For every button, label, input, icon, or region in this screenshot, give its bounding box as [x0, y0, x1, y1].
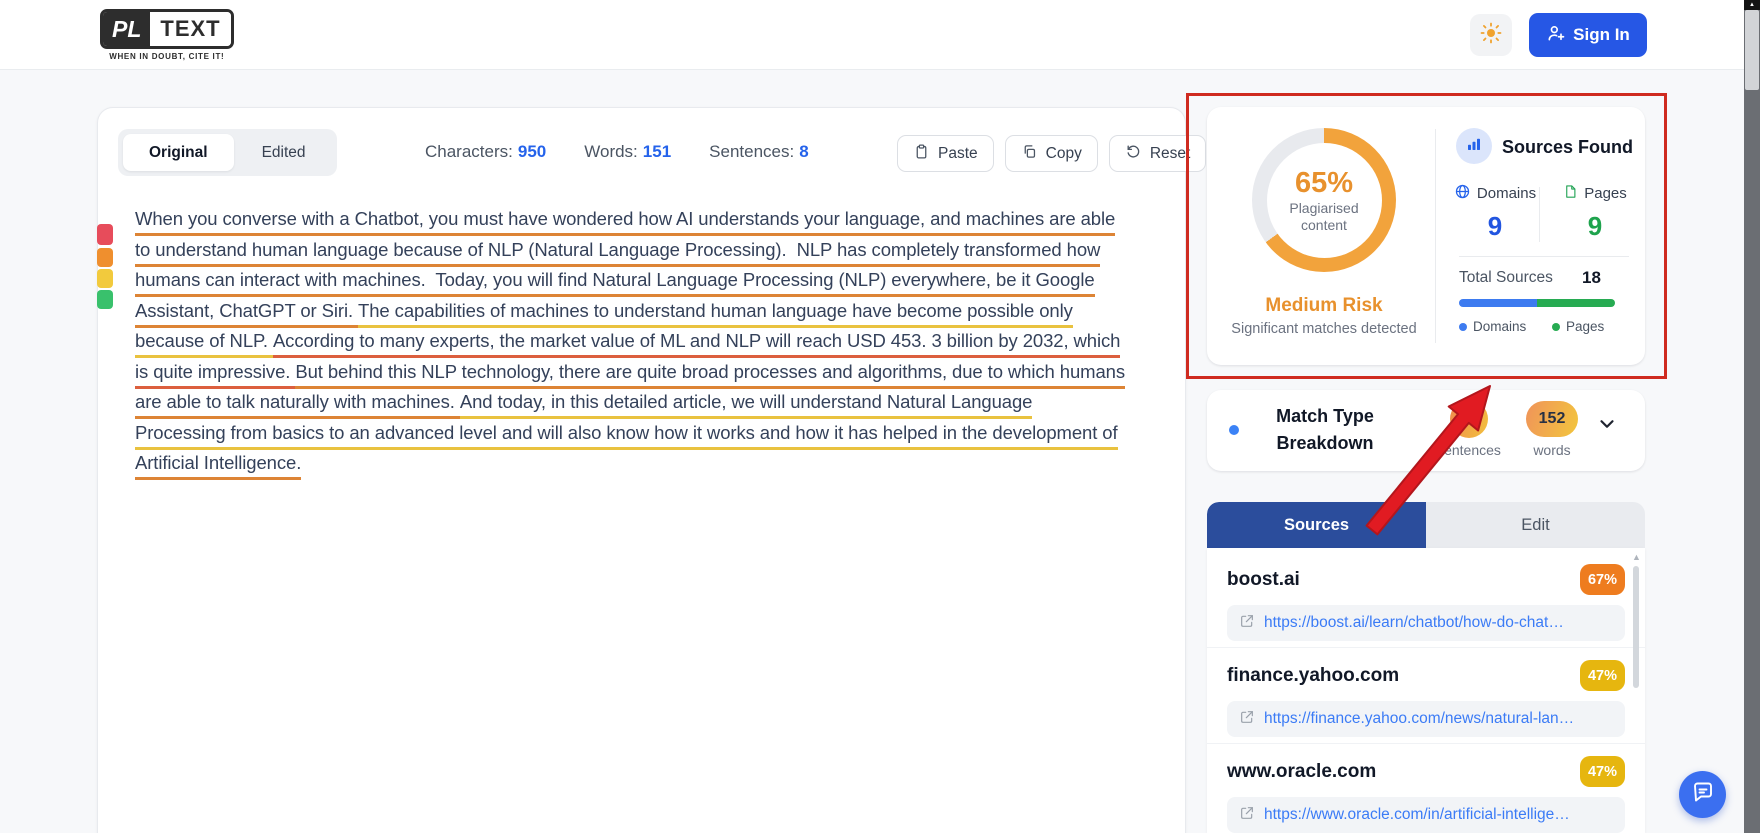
text-line: Artificial Intelligence. [135, 452, 1175, 483]
brand-logo[interactable]: PL TEXT WHEN IN DOUBT, CITE IT! [100, 9, 234, 61]
chevron-down-icon[interactable] [1596, 413, 1618, 440]
highlighted-text: And today, in this detailed article, we … [459, 391, 1032, 419]
analysed-text[interactable]: When you converse with a Chatbot, you mu… [135, 208, 1175, 483]
user-plus-icon [1546, 23, 1566, 48]
highlighted-text: to understand human language because of … [135, 239, 1100, 267]
match-type-title: Match Type Breakdown [1276, 406, 1374, 453]
source-url-link[interactable]: https://finance.yahoo.com/news/natural-l… [1227, 701, 1625, 737]
copy-icon [1021, 143, 1038, 165]
highlighted-text: According to many experts, the market va… [272, 330, 1120, 358]
text-line: to understand human language because of … [135, 239, 1175, 270]
highlighted-text: But behind this NLP technology, there ar… [295, 361, 1125, 389]
source-item: www.oracle.com 47% https://www.oracle.co… [1207, 744, 1645, 833]
editor-card: Original Edited Characters: 950 Words: 151… [97, 107, 1207, 833]
header: PL TEXT WHEN IN DOUBT, CITE IT! Sign In [0, 0, 1760, 70]
logo-text: TEXT [150, 12, 231, 46]
sign-in-label: Sign In [1573, 25, 1630, 44]
text-line: are able to talk naturally with machines… [135, 391, 1175, 422]
tab-sources[interactable]: Sources [1207, 502, 1426, 548]
chat-icon [1691, 780, 1715, 809]
text-stats: Characters: 950 Words: 151 Sentences: 8 [425, 142, 809, 162]
highlighted-text: is quite impressive. [135, 361, 296, 389]
tab-original[interactable]: Original [123, 134, 234, 171]
words-label: words [1533, 442, 1571, 458]
stat-words: Words: 151 [584, 142, 672, 161]
highlighted-text: Assistant, ChatGPT or Siri. [135, 300, 359, 328]
match-type-breakdown-card[interactable]: Match Type Breakdown sentences 152 words [1207, 390, 1645, 471]
annotation-red-rectangle [1186, 93, 1667, 379]
paste-button[interactable]: Paste [897, 135, 994, 172]
source-domain: finance.yahoo.com [1227, 664, 1400, 686]
highlighted-text: The capabilities of machines to understa… [358, 300, 1073, 328]
text-line: because of NLP. According to many expert… [135, 330, 1175, 361]
source-url-link[interactable]: https://boost.ai/learn/chatbot/how-do-ch… [1227, 605, 1625, 641]
external-link-icon [1239, 613, 1255, 634]
text-line: When you converse with a Chatbot, you mu… [135, 208, 1175, 239]
source-url-link[interactable]: https://www.oracle.com/in/artificial-int… [1227, 797, 1625, 833]
highlighted-text: humans can interact with machines. Today… [135, 269, 1095, 297]
editor-actions: Paste Copy Reset [897, 135, 1207, 172]
editor-tabs: Original Edited [118, 129, 337, 176]
sign-in-button[interactable]: Sign In [1529, 13, 1647, 57]
text-line: humans can interact with machines. Today… [135, 269, 1175, 300]
highlighted-text: are able to talk naturally with machines… [135, 391, 460, 419]
highlighted-text: Artificial Intelligence. [135, 452, 301, 480]
reset-icon [1125, 143, 1142, 165]
scroll-up-arrow[interactable]: ▲ [1632, 552, 1641, 562]
highlighted-text: Processing from basics to an advanced le… [135, 422, 1118, 450]
text-line: Processing from basics to an advanced le… [135, 422, 1175, 453]
legend-yellow [97, 269, 113, 288]
legend-orange [97, 248, 113, 267]
text-line: Assistant, ChatGPT or Siri. The capabili… [135, 300, 1175, 331]
sentences-label: sentences [1437, 442, 1501, 458]
stat-characters: Characters: 950 [425, 142, 547, 161]
sun-icon [1479, 21, 1503, 50]
source-item: finance.yahoo.com 47% https://finance.ya… [1207, 648, 1645, 744]
scrollbar-up-button[interactable]: ▲ [1744, 0, 1760, 10]
source-item: boost.ai 67% https://boost.ai/learn/chat… [1207, 552, 1645, 648]
chat-support-button[interactable] [1679, 771, 1726, 818]
match-percent-badge: 67% [1579, 564, 1625, 595]
text-line: is quite impressive. But behind this NLP… [135, 361, 1175, 392]
sentences-badge [1450, 400, 1488, 438]
bullet-dot [1229, 425, 1239, 435]
legend-red [97, 224, 113, 245]
copy-button[interactable]: Copy [1004, 135, 1098, 172]
legend-green [97, 290, 113, 309]
sources-edit-tabs: Sources Edit [1207, 502, 1645, 548]
clipboard-icon [913, 143, 930, 165]
source-domain: www.oracle.com [1227, 760, 1377, 782]
external-link-icon [1239, 709, 1255, 730]
scrollbar-thumb[interactable] [1745, 10, 1759, 90]
match-percent-badge: 47% [1579, 660, 1625, 691]
stat-sentences: Sentences: 8 [709, 142, 809, 161]
logo-pl: PL [103, 12, 151, 46]
tab-edited[interactable]: Edited [236, 134, 332, 171]
highlighted-text: When you converse with a Chatbot, you mu… [135, 208, 1115, 236]
sources-list: boost.ai 67% https://boost.ai/learn/chat… [1207, 548, 1645, 833]
browser-scrollbar[interactable]: ▲ [1744, 0, 1760, 833]
tab-edit[interactable]: Edit [1426, 502, 1645, 548]
highlighted-text: because of NLP. [135, 330, 273, 358]
theme-toggle-button[interactable] [1470, 14, 1512, 56]
list-scrollbar-thumb[interactable] [1633, 566, 1639, 688]
match-percent-badge: 47% [1579, 756, 1625, 787]
source-domain: boost.ai [1227, 568, 1300, 590]
app: PL TEXT WHEN IN DOUBT, CITE IT! Sign In … [0, 0, 1760, 833]
external-link-icon [1239, 805, 1255, 826]
words-badge: 152 [1526, 401, 1578, 437]
logo-tagline: WHEN IN DOUBT, CITE IT! [109, 52, 225, 61]
